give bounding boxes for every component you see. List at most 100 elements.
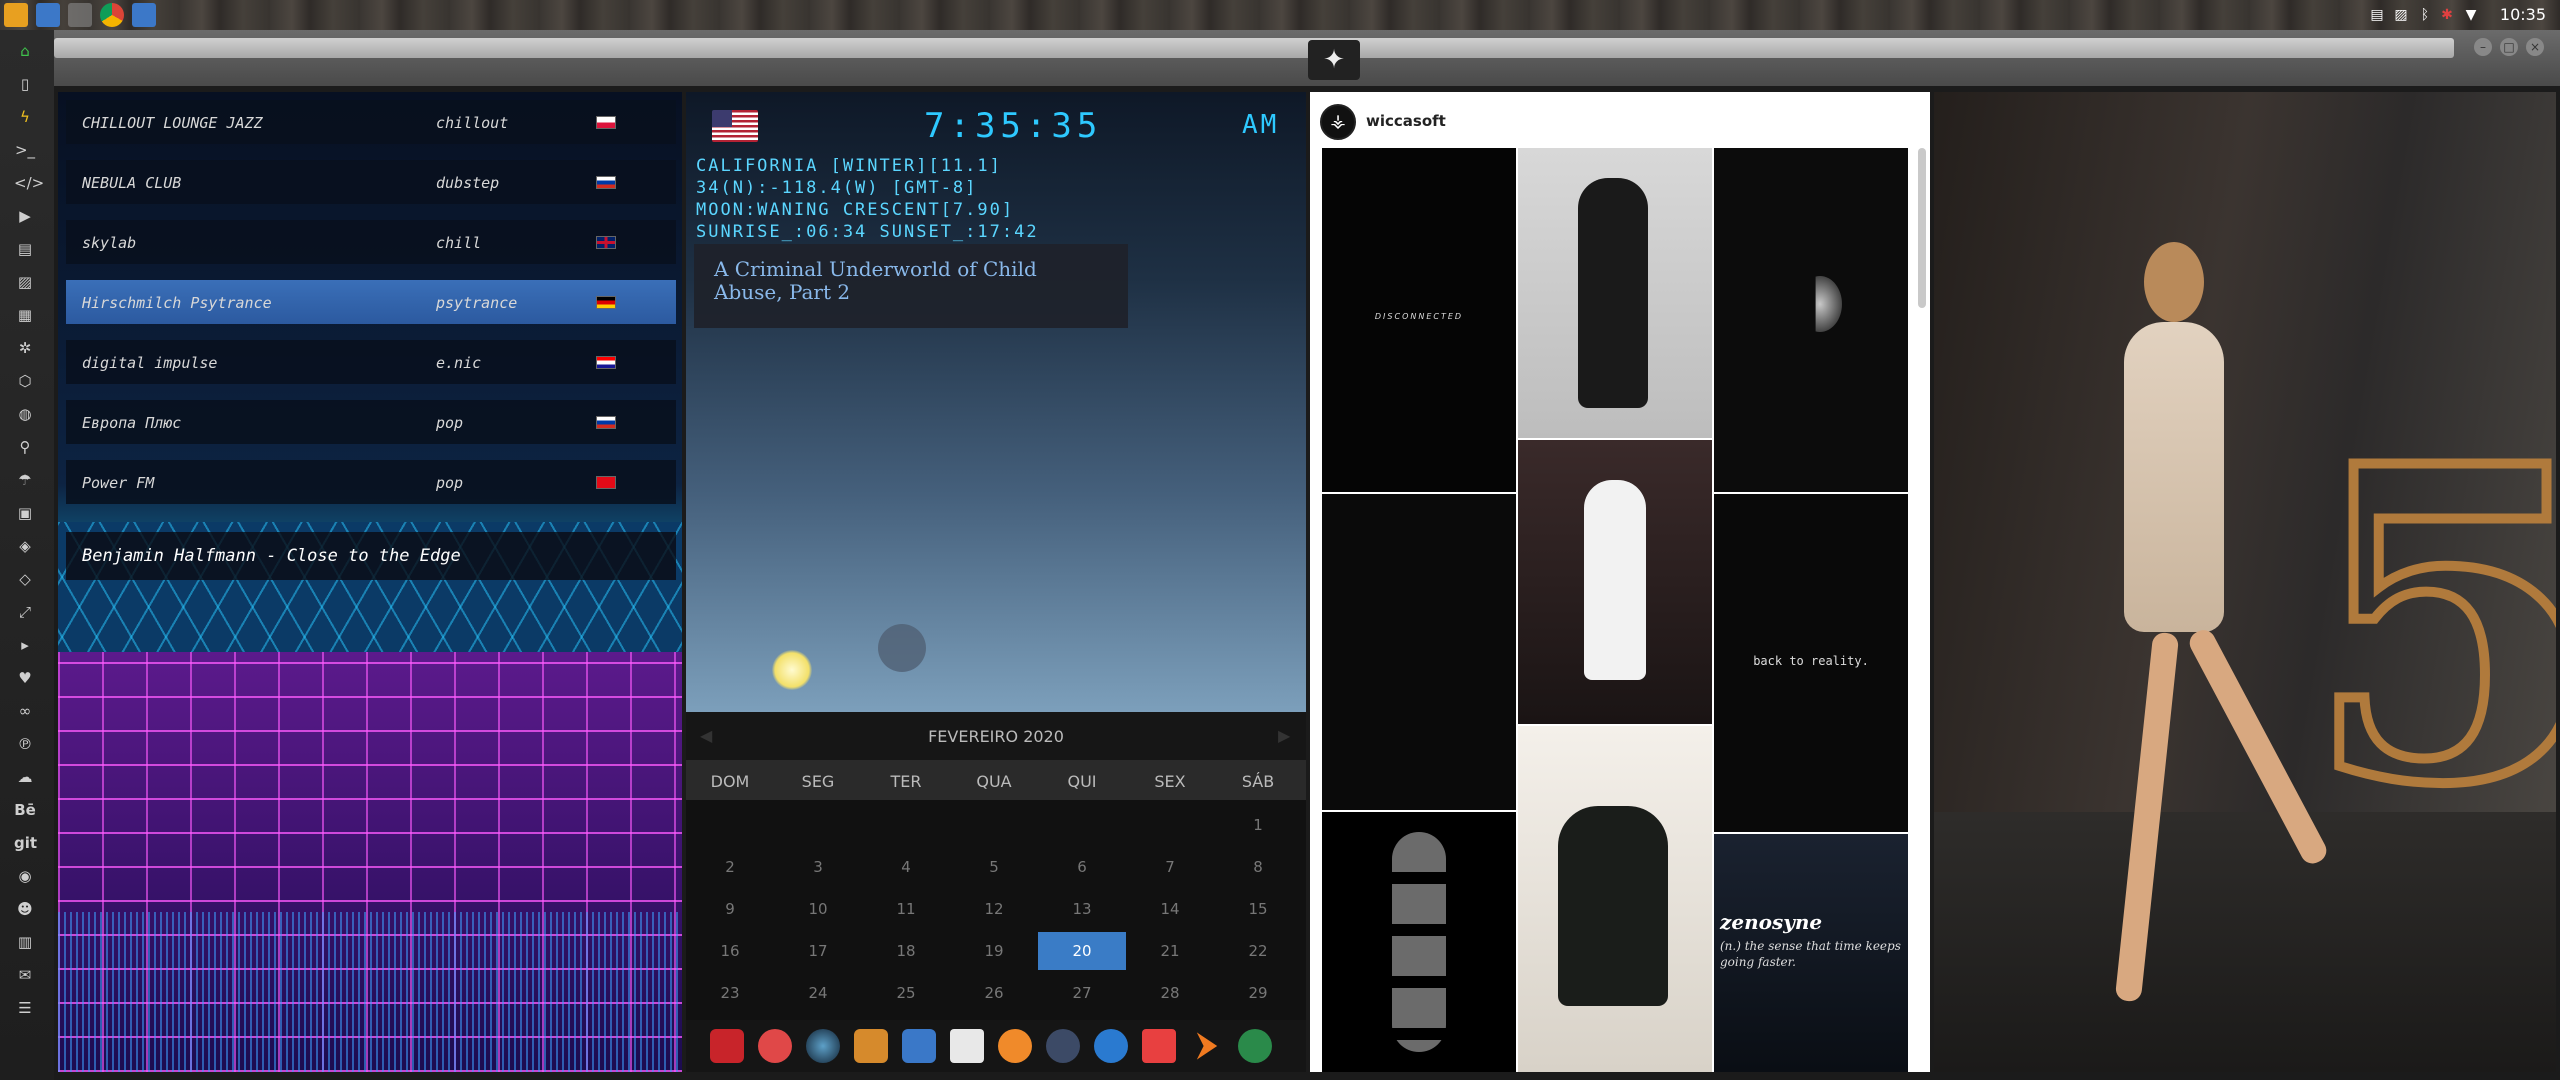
tag-icon[interactable]: ◈ [14, 535, 36, 557]
hexagon-icon[interactable]: ⬡ [14, 370, 36, 392]
calendar-day[interactable]: 24 [774, 974, 862, 1012]
calendar-day[interactable]: 25 [862, 974, 950, 1012]
translate-icon[interactable] [902, 1029, 936, 1063]
profile-avatar-icon[interactable]: ⚶ [1320, 104, 1356, 140]
station-row[interactable]: Европа Плюс pop [66, 400, 676, 444]
reddit-icon[interactable]: ☻ [14, 898, 36, 920]
station-row[interactable]: NEBULA CLUB dubstep [66, 160, 676, 204]
document-icon[interactable]: ▤ [14, 238, 36, 260]
station-row[interactable]: digital impulse e.nic [66, 340, 676, 384]
pinterest-icon[interactable]: ℗ [14, 733, 36, 755]
calendar-day-today[interactable]: 20 [1038, 932, 1126, 970]
lastfm-icon[interactable]: ∞ [14, 700, 36, 722]
calendar-day[interactable]: 28 [1126, 974, 1214, 1012]
calendar-day[interactable]: 8 [1214, 848, 1302, 886]
map-icon[interactable]: ▥ [14, 931, 36, 953]
calendar-day[interactable]: 1 [1214, 806, 1302, 844]
post-tile[interactable]: DISCONNECTED [1322, 148, 1516, 492]
planet-icon[interactable] [806, 1029, 840, 1063]
calendar-day[interactable]: 4 [862, 848, 950, 886]
station-row[interactable]: skylab chill [66, 220, 676, 264]
heart-icon[interactable]: ♥ [14, 667, 36, 689]
news-headline[interactable]: A Criminal Underworld of Child Abuse, Pa… [694, 244, 1128, 328]
youtube-icon[interactable]: ▸ [14, 634, 36, 656]
bluetooth-icon[interactable]: ᛒ [2416, 6, 2434, 24]
clock[interactable]: 10:35 [2500, 5, 2546, 24]
post-tile-moons-ring[interactable] [1322, 494, 1516, 810]
station-row-active[interactable]: Hirschmilch Psytrance psytrance [66, 280, 676, 324]
calendar-day[interactable]: 17 [774, 932, 862, 970]
calendar-day[interactable]: 7 [1126, 848, 1214, 886]
calendar-day[interactable]: 6 [1038, 848, 1126, 886]
calendar-day[interactable]: 19 [950, 932, 1038, 970]
file-icon[interactable]: ▯ [14, 73, 36, 95]
image-icon[interactable]: ▨ [14, 271, 36, 293]
globe-icon[interactable]: ◍ [14, 403, 36, 425]
diamond-icon[interactable]: ◇ [14, 568, 36, 590]
calendar-day[interactable]: 5 [950, 848, 1038, 886]
calendar-day[interactable]: 13 [1038, 890, 1126, 928]
clock-app-icon[interactable] [1046, 1029, 1080, 1063]
calendar-day[interactable]: 26 [950, 974, 1038, 1012]
station-row[interactable]: Power FM pop [66, 460, 676, 504]
calendar-day[interactable]: 21 [1126, 932, 1214, 970]
calendar-day[interactable]: 22 [1214, 932, 1302, 970]
calendar-day[interactable]: 2 [686, 848, 774, 886]
window-list-icon[interactable]: ▤ [2368, 6, 2386, 24]
window-thumbnail-icon[interactable] [68, 3, 92, 27]
files-icon[interactable] [132, 3, 156, 27]
app-launcher-icon[interactable] [4, 3, 28, 27]
bug-icon[interactable]: ✱ [2438, 6, 2456, 24]
rebel-alliance-icon[interactable]: ✦ [1308, 40, 1360, 80]
arch-icon[interactable] [710, 1029, 744, 1063]
prev-month-icon[interactable]: ◀ [700, 726, 712, 745]
cloud-icon[interactable]: ☁ [14, 766, 36, 788]
calendar-day[interactable]: 11 [862, 890, 950, 928]
timer-icon[interactable] [758, 1029, 792, 1063]
mail-icon[interactable]: ✉ [14, 964, 36, 986]
calendar-day[interactable]: 23 [686, 974, 774, 1012]
sublime-icon[interactable] [1196, 1032, 1218, 1060]
home-icon[interactable]: ⌂ [14, 40, 36, 62]
code-icon[interactable]: </> [14, 172, 44, 194]
calendar-day[interactable]: 15 [1214, 890, 1302, 928]
post-tile-moon[interactable] [1714, 148, 1908, 492]
minimize-icon[interactable]: – [2474, 38, 2492, 56]
search-icon[interactable]: ⚲ [14, 436, 36, 458]
scrollbar[interactable] [1918, 148, 1926, 308]
calendar-day[interactable]: 9 [686, 890, 774, 928]
calendar-day[interactable]: 14 [1126, 890, 1214, 928]
photos-icon[interactable] [854, 1029, 888, 1063]
expand-icon[interactable]: ⤢ [14, 601, 36, 623]
calendar-day[interactable]: 18 [862, 932, 950, 970]
bolt-icon[interactable]: ϟ [14, 106, 36, 128]
calendar-day[interactable]: 10 [774, 890, 862, 928]
calendar-day[interactable]: 29 [1214, 974, 1302, 1012]
calendar-day[interactable]: 16 [686, 932, 774, 970]
git-icon[interactable]: git [14, 832, 37, 854]
post-tile-portrait[interactable] [1518, 726, 1712, 1072]
contact-icon[interactable]: ▣ [14, 502, 36, 524]
calendar-day[interactable]: 12 [950, 890, 1038, 928]
calendar-day[interactable]: 27 [1038, 974, 1126, 1012]
profile-username[interactable]: wiccasoft [1366, 112, 1446, 130]
yandex-icon[interactable] [1238, 1029, 1272, 1063]
wifi-icon[interactable]: ▼ [2462, 6, 2480, 24]
newspaper-icon[interactable]: ▦ [14, 304, 36, 326]
menu-icon[interactable]: ☰ [14, 997, 36, 1019]
github-icon[interactable]: ◉ [14, 865, 36, 887]
post-tile[interactable]: back to reality. [1714, 494, 1908, 832]
play-icon[interactable]: ▶ [14, 205, 36, 227]
search-app-icon[interactable] [998, 1029, 1032, 1063]
post-tile-portrait[interactable] [1518, 148, 1712, 438]
browser-icon[interactable] [1094, 1029, 1128, 1063]
terminal-icon[interactable]: >_ [14, 139, 36, 161]
calendar-app-icon[interactable] [1142, 1029, 1176, 1063]
calendar-day[interactable]: 3 [774, 848, 862, 886]
chrome-icon[interactable] [100, 3, 124, 27]
post-tile-moon-phases[interactable] [1322, 812, 1516, 1072]
close-icon[interactable]: × [2526, 38, 2544, 56]
image-viewer-icon[interactable]: ▨ [2392, 6, 2410, 24]
post-tile-zenosyne[interactable]: zenosyne (n.) the sense that time keeps … [1714, 834, 1908, 1072]
behance-icon[interactable]: Bē [14, 799, 36, 821]
